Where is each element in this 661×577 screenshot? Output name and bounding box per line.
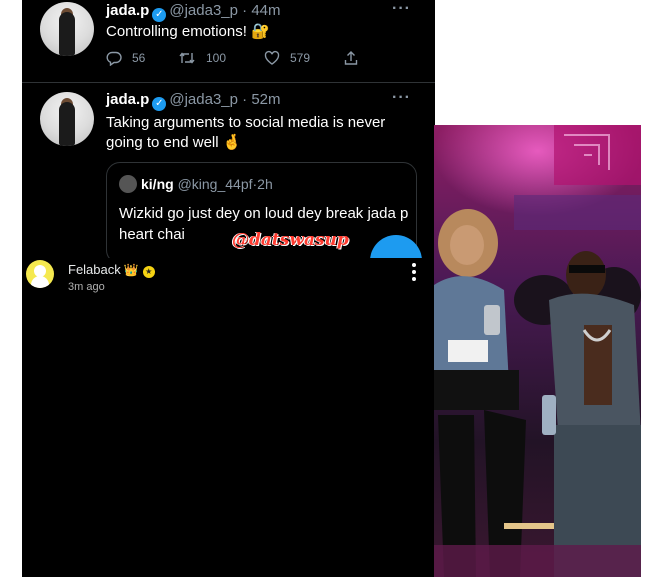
- event-photo: [434, 125, 641, 577]
- story-timestamp: 3m ago: [68, 281, 105, 293]
- share-button[interactable]: [343, 50, 359, 66]
- story-username[interactable]: Felaback 👑 ★: [68, 262, 155, 278]
- quoted-handle: @king_44pf: [177, 176, 253, 192]
- tweet-text: Controlling emotions! 🔐: [106, 23, 270, 40]
- verified-badge-icon: ✓: [152, 8, 167, 22]
- verified-badge-icon: ✓: [152, 97, 167, 111]
- quoted-timestamp: 2h: [257, 176, 273, 192]
- quoted-tweet-header: ki/ng @king_44pf·2h: [119, 175, 273, 193]
- separator: ·: [242, 91, 248, 108]
- watermark: @datswasup: [232, 230, 349, 250]
- retweet-button[interactable]: 100: [178, 50, 226, 66]
- tweet[interactable]: jada.p ✓ @jada3_p · 44m ··· Controlling em…: [22, 0, 435, 83]
- tweet-header: jada.p ✓ @jada3_p · 52m: [106, 91, 281, 111]
- avatar[interactable]: [26, 260, 54, 288]
- like-count: 579: [290, 51, 311, 65]
- quoted-avatar: [119, 175, 137, 193]
- timestamp[interactable]: 44m: [251, 2, 280, 19]
- tweet-header: jada.p ✓ @jada3_p · 44m: [106, 2, 281, 22]
- tweet[interactable]: jada.p ✓ @jada3_p · 52m ··· Taking argumen…: [22, 83, 435, 264]
- like-button[interactable]: 579: [264, 50, 310, 66]
- screenshot-panel: jada.p ✓ @jada3_p · 44m ··· Controlling em…: [22, 0, 435, 577]
- reply-icon: [106, 51, 122, 66]
- handle[interactable]: @jada3_p: [169, 2, 238, 19]
- handle[interactable]: @jada3_p: [169, 91, 238, 108]
- display-name[interactable]: jada.p: [106, 91, 149, 108]
- retweet-icon: [179, 52, 195, 64]
- quoted-display-name: ki/ng: [141, 176, 174, 192]
- reply-button[interactable]: 56: [106, 50, 145, 66]
- more-options-icon[interactable]: ···: [392, 89, 411, 107]
- display-name[interactable]: jada.p: [106, 2, 149, 19]
- retweet-count: 100: [206, 51, 227, 65]
- separator: ·: [242, 2, 248, 19]
- crown-icon: 👑: [123, 263, 139, 277]
- tweet-text: Taking arguments to social media is neve…: [106, 114, 386, 151]
- tweet-actions: 56 100 579: [106, 50, 386, 68]
- share-icon: [344, 51, 358, 65]
- kebab-menu-icon[interactable]: [412, 263, 418, 284]
- avatar[interactable]: [40, 92, 94, 146]
- party-photo-image: [434, 125, 641, 577]
- heart-icon: [264, 50, 280, 65]
- reply-count: 56: [132, 51, 146, 65]
- timestamp[interactable]: 52m: [251, 91, 280, 108]
- star-badge-icon: ★: [142, 266, 155, 278]
- more-options-icon[interactable]: ···: [392, 0, 411, 18]
- story-section: Felaback 👑 ★ 3m ago: [22, 258, 435, 577]
- avatar[interactable]: [40, 2, 94, 56]
- username-text: Felaback: [68, 262, 121, 277]
